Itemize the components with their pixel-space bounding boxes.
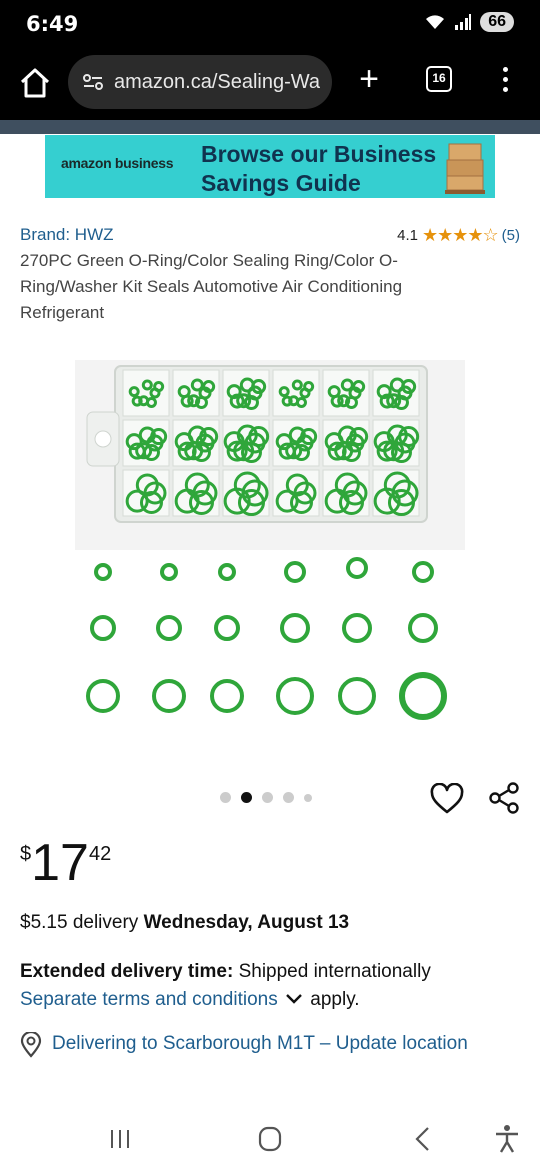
location-pin-icon <box>20 1032 42 1058</box>
rating-value: 4.1 <box>397 227 418 244</box>
product-title: 270PC Green O-Ring/Color Sealing Ring/Co… <box>20 251 403 322</box>
home-icon[interactable] <box>18 66 52 100</box>
carousel-dot-active[interactable] <box>241 792 252 803</box>
o-ring <box>210 679 244 713</box>
banner-text: Browse our Business Savings Guide <box>201 140 436 198</box>
brand-link[interactable]: Brand: HWZ <box>20 225 114 244</box>
star-rating-icon: ★★★★☆ <box>421 225 499 245</box>
delivery-info: $5.15 delivery Wednesday, August 13 <box>20 912 349 934</box>
wifi-icon <box>426 15 445 29</box>
url-bar[interactable]: amazon.ca/Sealing-Wa <box>68 55 332 109</box>
o-ring <box>214 615 240 641</box>
new-tab-button[interactable]: + <box>352 62 386 96</box>
signal-icon <box>455 14 472 30</box>
carousel-dot[interactable] <box>220 792 231 803</box>
tab-switcher-button[interactable]: 16 <box>426 66 452 92</box>
o-ring <box>280 613 310 643</box>
extended-delivery: Extended delivery time: Shipped internat… <box>20 958 520 1014</box>
chevron-down-icon[interactable] <box>285 993 303 1005</box>
image-carousel-dots <box>220 792 312 803</box>
o-ring <box>152 679 186 713</box>
price-whole: 17 <box>31 834 89 892</box>
carousel-dot[interactable] <box>262 792 273 803</box>
terms-link[interactable]: Separate terms and conditions <box>20 989 278 1010</box>
amazon-business-logo: amazon business <box>61 155 174 171</box>
extended-label: Extended delivery time: <box>20 961 234 982</box>
browser-toolbar: amazon.ca/Sealing-Wa + 16 <box>0 50 540 120</box>
o-ring <box>346 557 368 579</box>
o-ring <box>156 615 182 641</box>
heart-icon[interactable] <box>430 783 464 815</box>
url-text: amazon.ca/Sealing-Wa <box>114 70 321 93</box>
terms-suffix: apply. <box>310 989 360 1010</box>
status-bar: 6:49 66 <box>0 0 540 50</box>
carousel-dot[interactable] <box>304 793 312 802</box>
price-currency: $ <box>20 843 32 865</box>
price: $1742 <box>20 833 111 893</box>
status-time: 6:49 <box>26 12 79 36</box>
o-ring <box>338 677 376 715</box>
system-nav-bar <box>0 1110 540 1170</box>
status-icons: 66 <box>424 12 514 32</box>
rating[interactable]: 4.1 ★★★★☆ (5) <box>397 225 520 246</box>
o-ring <box>160 563 178 581</box>
delivery-cost: $5.15 delivery <box>20 912 144 933</box>
home-nav-icon[interactable] <box>253 1122 287 1156</box>
brand-rating-row: Brand: HWZ 4.1 ★★★★☆ (5) <box>20 225 520 245</box>
o-ring <box>218 563 236 581</box>
o-ring <box>412 561 434 583</box>
o-ring <box>276 677 314 715</box>
o-ring <box>90 615 116 641</box>
menu-icon[interactable] <box>496 64 514 94</box>
delivery-date: Wednesday, August 13 <box>143 912 350 933</box>
location-text[interactable]: Delivering to Scarborough M1T – Update l… <box>52 1030 468 1058</box>
o-ring <box>399 672 447 720</box>
site-settings-icon[interactable] <box>82 73 104 91</box>
extended-text: Shipped internationally <box>233 961 431 982</box>
battery-icon: 66 <box>480 12 514 32</box>
accessibility-icon[interactable] <box>490 1122 524 1156</box>
share-icon[interactable] <box>487 781 521 815</box>
o-ring <box>94 563 112 581</box>
boxes-icon <box>445 143 485 194</box>
carousel-dot[interactable] <box>283 792 294 803</box>
product-image[interactable] <box>75 360 465 730</box>
page-header-strip <box>0 120 540 134</box>
o-ring <box>284 561 306 583</box>
business-banner[interactable]: amazon business Browse our Business Savi… <box>45 135 495 198</box>
banner-line2: Savings Guide <box>201 170 361 196</box>
o-ring <box>86 679 120 713</box>
recent-apps-icon[interactable] <box>103 1122 137 1156</box>
banner-line1: Browse our Business <box>201 141 437 167</box>
o-ring <box>408 613 438 643</box>
delivery-location[interactable]: Delivering to Scarborough M1T – Update l… <box>20 1030 500 1058</box>
price-fraction: 42 <box>88 843 112 865</box>
back-icon[interactable] <box>406 1122 440 1156</box>
o-ring <box>342 613 372 643</box>
rating-count[interactable]: (5) <box>502 227 520 244</box>
